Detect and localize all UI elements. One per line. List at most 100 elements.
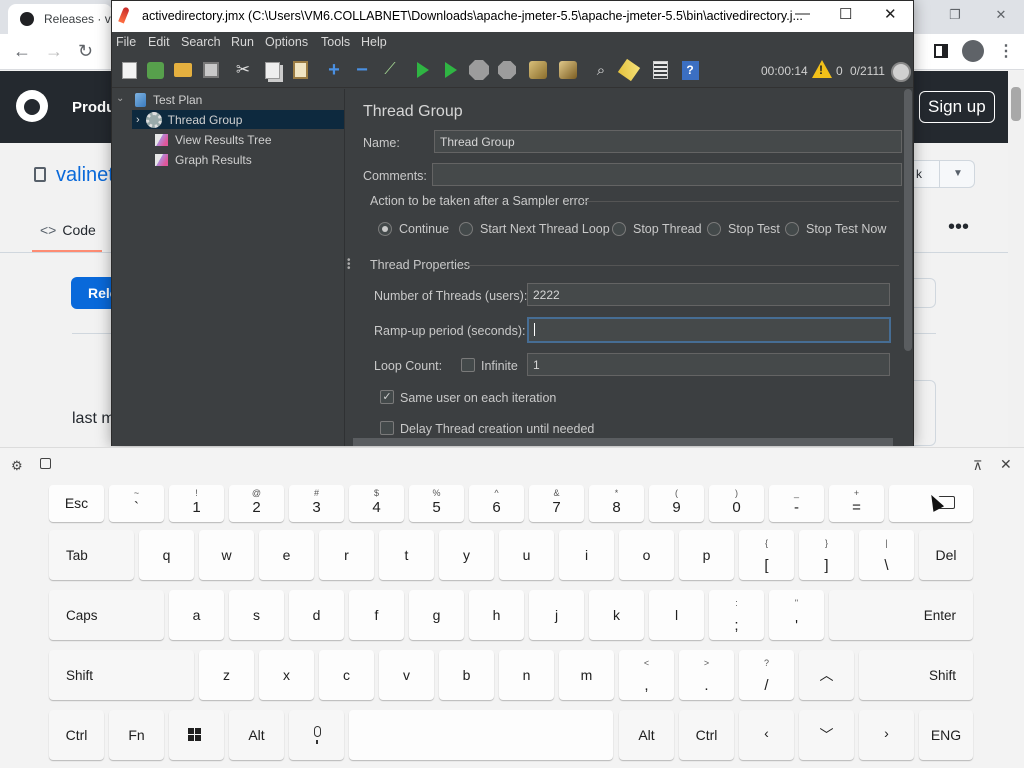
key-a[interactable]: a: [169, 590, 224, 640]
key-backtick[interactable]: ~ `: [109, 485, 164, 522]
key-esc[interactable]: Esc: [49, 485, 104, 522]
tree-item-graph-results[interactable]: Graph Results: [155, 150, 335, 169]
key-0[interactable]: ) 0: [709, 485, 764, 522]
github-logo-icon[interactable]: [16, 90, 48, 122]
menu-file[interactable]: File: [116, 35, 136, 49]
key-7[interactable]: & 7: [529, 485, 584, 522]
more-icon[interactable]: •••: [948, 216, 969, 239]
cut-icon[interactable]: ✂: [233, 60, 253, 80]
loop-count-field[interactable]: 1: [527, 353, 890, 376]
same-user-checkbox[interactable]: ✓: [380, 390, 394, 404]
key-t[interactable]: t: [379, 530, 434, 580]
key-h[interactable]: h: [469, 590, 524, 640]
key-caps[interactable]: Caps: [49, 590, 164, 640]
radio-stop-test[interactable]: [707, 222, 721, 236]
chevron-down-icon[interactable]: ▼: [940, 160, 975, 188]
key-i[interactable]: i: [559, 530, 614, 580]
radio-continue-label[interactable]: Continue: [399, 222, 449, 236]
collapse-all-icon[interactable]: −: [352, 59, 372, 81]
key-alt-left[interactable]: Alt: [229, 710, 284, 760]
save-icon[interactable]: [201, 60, 221, 80]
key-n[interactable]: n: [499, 650, 554, 700]
scrollbar-thumb[interactable]: [904, 89, 912, 351]
restore-icon[interactable]: ❐: [932, 0, 978, 30]
key-right-arrow[interactable]: ›: [859, 710, 914, 760]
menu-tools[interactable]: Tools: [321, 35, 350, 49]
copy-icon[interactable]: [262, 60, 282, 80]
warning-icon[interactable]: [812, 60, 832, 78]
key-3[interactable]: #3: [289, 485, 344, 522]
key-r[interactable]: r: [319, 530, 374, 580]
same-user-label[interactable]: Same user on each iteration: [400, 391, 556, 405]
radio-start-next-thread-loop[interactable]: [459, 222, 473, 236]
stop-icon[interactable]: [469, 60, 489, 80]
key-period[interactable]: >.: [679, 650, 734, 700]
browser-menu-icon[interactable]: ⋮: [998, 41, 1014, 61]
key-del[interactable]: Del: [919, 530, 973, 580]
panel-vertical-scrollbar[interactable]: [903, 89, 913, 446]
radio-start-next-label[interactable]: Start Next Thread Loop: [480, 222, 610, 236]
key-s[interactable]: s: [229, 590, 284, 640]
side-panel-icon[interactable]: [934, 44, 948, 58]
open-icon[interactable]: [173, 60, 193, 80]
key-1[interactable]: ! 1: [169, 485, 224, 522]
repo-title[interactable]: valinet: [34, 164, 114, 187]
key-up-arrow[interactable]: ︿: [799, 650, 854, 700]
radio-continue[interactable]: [378, 222, 392, 236]
key-k[interactable]: k: [589, 590, 644, 640]
search-binoculars-icon[interactable]: ⌕: [591, 60, 611, 80]
menu-options[interactable]: Options: [265, 35, 308, 49]
delay-thread-checkbox[interactable]: [380, 421, 394, 435]
key-q[interactable]: q: [139, 530, 194, 580]
key-alt-right[interactable]: Alt: [619, 710, 674, 760]
start-icon[interactable]: [413, 60, 433, 80]
repo-name[interactable]: valinet: [56, 164, 114, 186]
drag-handle-icon[interactable]: • • •: [347, 256, 351, 274]
key-language[interactable]: ENG: [919, 710, 973, 760]
key-2[interactable]: @2: [229, 485, 284, 522]
window-titlebar[interactable]: activedirectory.jmx (C:\Users\VM6.COLLAB…: [112, 1, 913, 32]
key-z[interactable]: z: [199, 650, 254, 700]
key-6[interactable]: ^ 6: [469, 485, 524, 522]
key-e[interactable]: e: [259, 530, 314, 580]
function-helper-icon[interactable]: [650, 60, 670, 80]
key-comma[interactable]: <,: [619, 650, 674, 700]
tree-item-test-plan[interactable]: Test Plan: [135, 90, 335, 109]
key-p[interactable]: p: [679, 530, 734, 580]
key-c[interactable]: c: [319, 650, 374, 700]
chevron-right-icon[interactable]: ›: [136, 114, 140, 126]
name-field[interactable]: Thread Group: [434, 130, 902, 153]
key-semicolon[interactable]: :;: [709, 590, 764, 640]
key-x[interactable]: x: [259, 650, 314, 700]
radio-stop-thread-label[interactable]: Stop Thread: [633, 222, 702, 236]
clear-icon[interactable]: [528, 60, 548, 80]
key-4[interactable]: $4: [349, 485, 404, 522]
key-slash[interactable]: ? /: [739, 650, 794, 700]
chevron-down-icon[interactable]: ⌄: [116, 93, 124, 104]
tree-item-view-results-tree[interactable]: View Results Tree: [155, 130, 335, 149]
threads-field[interactable]: 2222: [527, 283, 890, 306]
key-w[interactable]: w: [199, 530, 254, 580]
radio-stop-thread[interactable]: [612, 222, 626, 236]
key-m[interactable]: m: [559, 650, 614, 700]
radio-stop-test-now-label[interactable]: Stop Test Now: [806, 222, 886, 236]
paste-icon[interactable]: [290, 60, 310, 80]
help-icon[interactable]: ?: [680, 60, 700, 80]
tab-code[interactable]: <> Code: [32, 218, 102, 252]
keyboard-close-icon[interactable]: ✕: [1000, 456, 1012, 473]
key-o[interactable]: o: [619, 530, 674, 580]
key-9[interactable]: (9: [649, 485, 704, 522]
templates-icon[interactable]: [145, 60, 165, 80]
split-pane-divider[interactable]: • • •: [344, 89, 353, 446]
forward-arrow-icon[interactable]: →: [45, 41, 63, 62]
key-shift-right[interactable]: Shift: [859, 650, 973, 700]
keyboard-settings-icon[interactable]: ⚙: [11, 458, 23, 474]
key-tab[interactable]: Tab: [49, 530, 134, 580]
key-l[interactable]: l: [649, 590, 704, 640]
key-y[interactable]: y: [439, 530, 494, 580]
key-quote[interactable]: " ': [769, 590, 824, 640]
product-menu[interactable]: Produ: [72, 99, 115, 116]
expand-all-icon[interactable]: +: [324, 59, 344, 81]
key-d[interactable]: d: [289, 590, 344, 640]
maximize-icon[interactable]: ☐: [839, 5, 852, 23]
